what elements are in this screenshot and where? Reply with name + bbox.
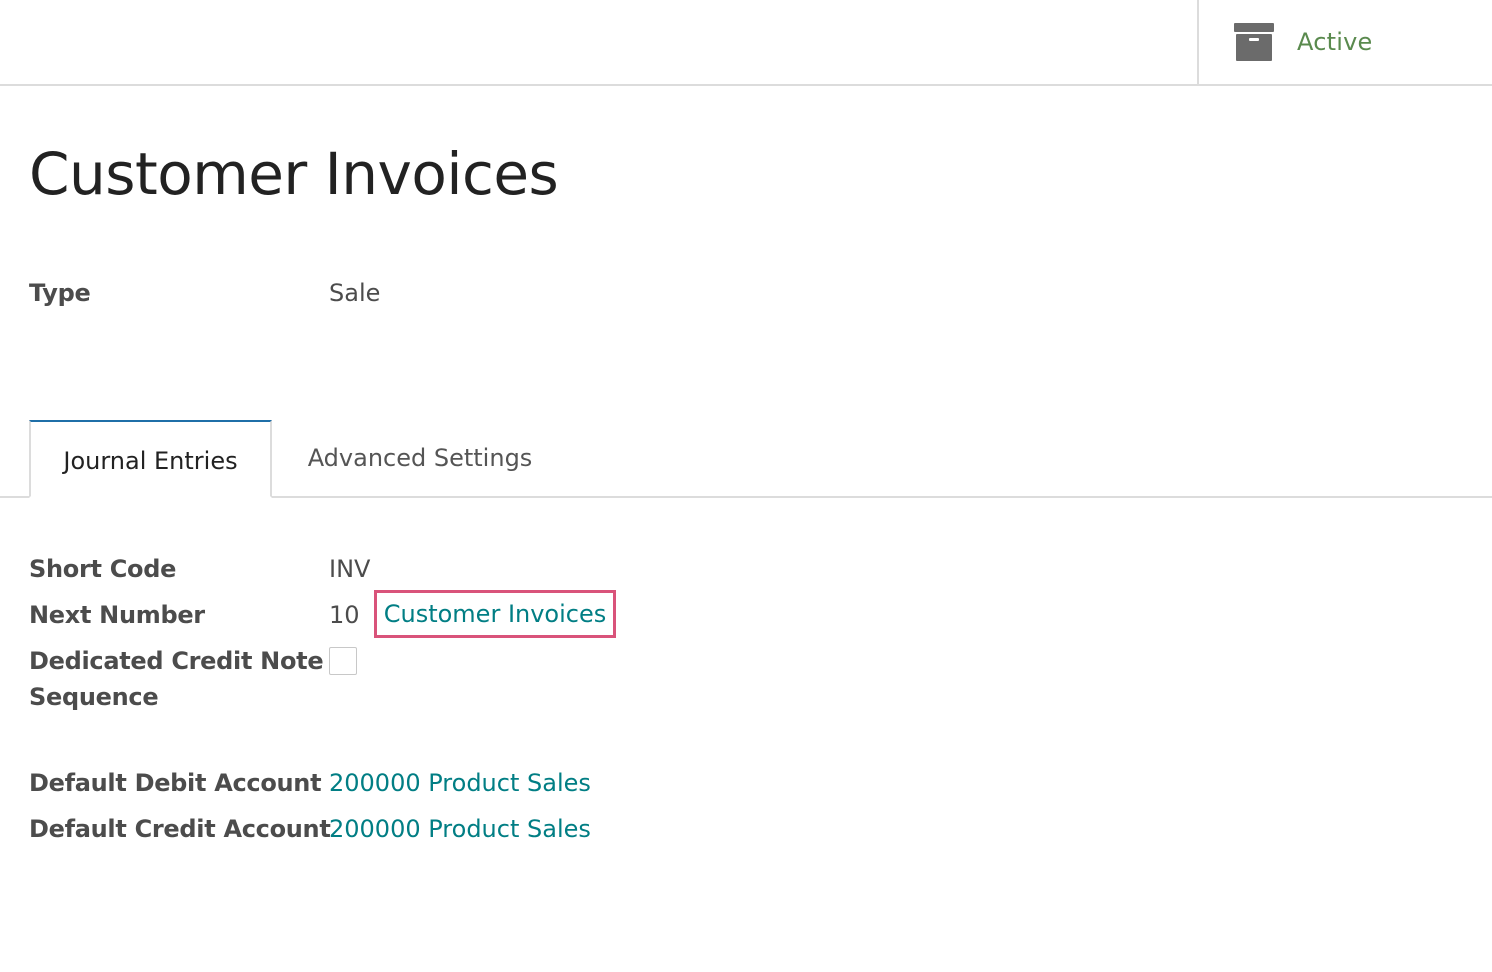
debit-account-label: Default Debit Account bbox=[29, 769, 322, 797]
type-value[interactable]: Sale bbox=[329, 277, 380, 309]
credit-note-checkbox[interactable] bbox=[329, 647, 357, 675]
status-label: Active bbox=[1297, 28, 1373, 56]
tab-journal-entries[interactable]: Journal Entries bbox=[29, 420, 272, 498]
short-code-value[interactable]: INV bbox=[329, 553, 370, 585]
credit-account-link[interactable]: 200000 Product Sales bbox=[329, 813, 591, 845]
notebook-tabs: Journal Entries Advanced Settings bbox=[0, 420, 1492, 498]
credit-account-label: Default Credit Account bbox=[29, 815, 331, 843]
short-code-label: Short Code bbox=[29, 555, 177, 583]
credit-note-label-line2: Sequence bbox=[29, 683, 159, 711]
active-toggle-button[interactable]: Active bbox=[1197, 0, 1492, 84]
tab-advanced-settings[interactable]: Advanced Settings bbox=[292, 420, 548, 500]
page-title[interactable]: Customer Invoices bbox=[29, 140, 559, 208]
next-number-value[interactable]: 10 bbox=[329, 599, 360, 631]
debit-account-link[interactable]: 200000 Product Sales bbox=[329, 767, 591, 799]
sequence-link[interactable]: Customer Invoices bbox=[374, 590, 616, 638]
credit-note-label-line1: Dedicated Credit Note bbox=[29, 647, 324, 675]
archive-icon bbox=[1234, 23, 1274, 61]
type-label: Type bbox=[29, 279, 91, 307]
next-number-label: Next Number bbox=[29, 601, 205, 629]
form-statusbar: Active bbox=[0, 0, 1492, 86]
